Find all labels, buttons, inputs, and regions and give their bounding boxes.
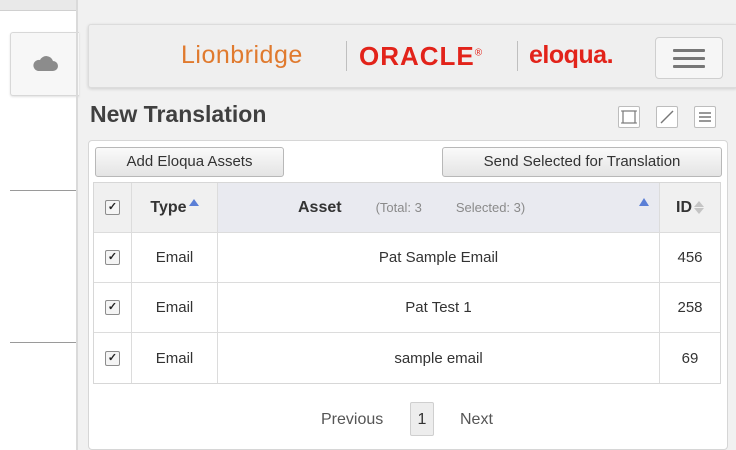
table-row[interactable]: ✓ Email Pat Sample Email 456 [94, 233, 720, 283]
left-top-strip [0, 0, 78, 11]
cell-asset: Pat Sample Email [218, 233, 660, 282]
panel-divider [76, 0, 78, 450]
pagination: Previous 1 Next [88, 398, 728, 442]
row-checkbox[interactable]: ✓ [105, 250, 120, 265]
add-eloqua-assets-button[interactable]: Add Eloqua Assets [95, 147, 284, 177]
row-checkbox[interactable]: ✓ [105, 350, 120, 366]
sort-icon [694, 201, 704, 214]
cell-asset: Pat Test 1 [218, 283, 660, 332]
menu-bar-icon [673, 65, 705, 68]
row-checkbox[interactable]: ✓ [105, 300, 120, 315]
selected-count: Selected: 3) [455, 200, 526, 215]
send-selected-button[interactable]: Send Selected for Translation [442, 147, 722, 177]
table-row[interactable]: ✓ Email sample email 69 [94, 333, 720, 383]
cell-type: Email [132, 283, 218, 332]
cell-id: 258 [677, 299, 703, 316]
cell-id: 456 [677, 249, 703, 266]
cell-asset: sample email [218, 333, 660, 383]
select-all-checkbox[interactable]: ✓ [105, 200, 120, 215]
cloud-icon [33, 56, 58, 71]
header-checkbox-cell[interactable]: ✓ [94, 183, 132, 232]
next-page-link[interactable]: Next [460, 404, 493, 436]
rail-divider [10, 190, 78, 191]
expand-icon[interactable] [656, 106, 678, 128]
column-header-id[interactable]: ID [660, 183, 720, 232]
list-menu-icon[interactable] [694, 106, 716, 128]
sort-asc-icon [188, 199, 199, 206]
column-header-asset[interactable]: Asset (Total: 3 Selected: 3) [218, 183, 660, 232]
fit-screen-icon[interactable] [618, 106, 640, 128]
rail-divider [10, 342, 78, 343]
hamburger-menu-button[interactable] [655, 37, 723, 79]
lionbridge-logo: Lionbridge [181, 41, 303, 69]
cell-type: Email [132, 333, 218, 383]
assets-table: ✓ Type Asset (Total: 3 Selected: 3) ID ✓… [93, 182, 721, 384]
logo-separator [517, 41, 518, 71]
cloud-tab[interactable] [10, 32, 79, 96]
oracle-logo: ORACLE® [359, 41, 484, 71]
table-row[interactable]: ✓ Email Pat Test 1 258 [94, 283, 720, 333]
column-header-type[interactable]: Type [132, 183, 218, 232]
page-title: New Translation [90, 101, 267, 127]
total-count: (Total: 3 [375, 200, 422, 215]
cell-id: 69 [681, 349, 699, 367]
left-rail [0, 0, 79, 450]
menu-bar-icon [673, 49, 705, 52]
eloqua-logo: eloqua. [529, 41, 614, 69]
previous-page-link[interactable]: Previous [321, 404, 383, 436]
page-number-button[interactable]: 1 [410, 402, 434, 436]
menu-bar-icon [673, 57, 705, 60]
sort-asc-icon [639, 198, 649, 206]
logo-separator [346, 41, 347, 71]
table-header-row: ✓ Type Asset (Total: 3 Selected: 3) ID [94, 183, 720, 233]
cell-type: Email [132, 233, 218, 282]
header-bar: Lionbridge ORACLE® eloqua. [88, 24, 736, 88]
